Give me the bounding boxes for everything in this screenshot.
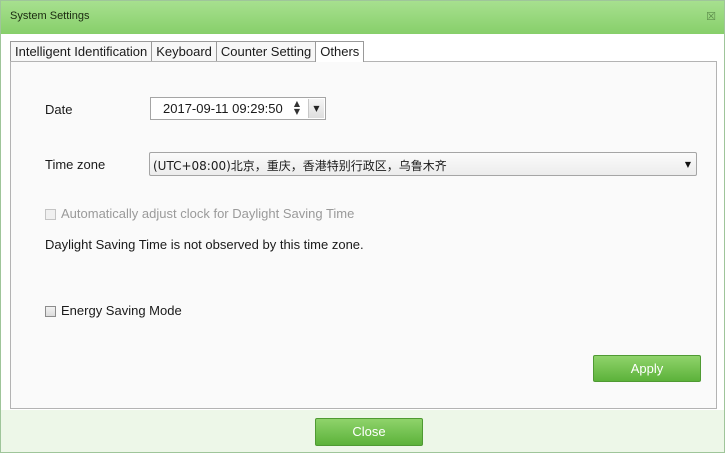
dst-checkbox-label: Automatically adjust clock for Daylight … [61, 206, 355, 221]
spin-down-icon[interactable]: ▼ [291, 108, 303, 116]
dialog-footer: Close [1, 410, 724, 452]
system-settings-dialog: System Settings ☒ Intelligent Identifica… [0, 0, 725, 453]
energy-saving-label: Energy Saving Mode [61, 303, 182, 318]
date-spinner[interactable]: ▲ ▼ [291, 100, 303, 117]
tab-keyboard[interactable]: Keyboard [151, 41, 216, 62]
dropdown-arrow-icon: ▼ [684, 160, 691, 169]
energy-saving-checkbox[interactable] [45, 306, 56, 317]
tab-strip: Intelligent Identification Keyboard Coun… [10, 41, 365, 62]
tab-others[interactable]: Others [315, 41, 365, 62]
date-time-value: 2017-09-11 09:29:50 [163, 101, 283, 116]
timezone-value: (UTC+08:00)北京，重庆，香港特别行政区，乌鲁木齐 [153, 159, 447, 173]
tab-intelligent-identification[interactable]: Intelligent Identification [10, 41, 152, 62]
close-icon[interactable]: ☒ [706, 10, 716, 23]
title-bar[interactable]: System Settings ☒ [1, 1, 724, 34]
others-tab-panel: Date 2017-09-11 09:29:50 ▲ ▼ ▼ Time zone… [10, 61, 717, 409]
date-dropdown-button[interactable]: ▼ [308, 99, 324, 118]
dialog-title: System Settings [10, 10, 90, 22]
dst-note: Daylight Saving Time is not observed by … [45, 237, 364, 252]
dst-checkbox[interactable] [45, 209, 56, 220]
timezone-select[interactable]: (UTC+08:00)北京，重庆，香港特别行政区，乌鲁木齐 ▼ [149, 152, 697, 176]
chevron-down-icon: ▼ [313, 104, 320, 113]
apply-button[interactable]: Apply [593, 355, 701, 382]
timezone-label: Time zone [45, 157, 106, 172]
date-time-picker[interactable]: 2017-09-11 09:29:50 ▲ ▼ ▼ [150, 97, 326, 120]
date-label: Date [45, 102, 73, 117]
tab-counter-setting[interactable]: Counter Setting [215, 41, 316, 62]
close-button[interactable]: Close [315, 418, 423, 446]
